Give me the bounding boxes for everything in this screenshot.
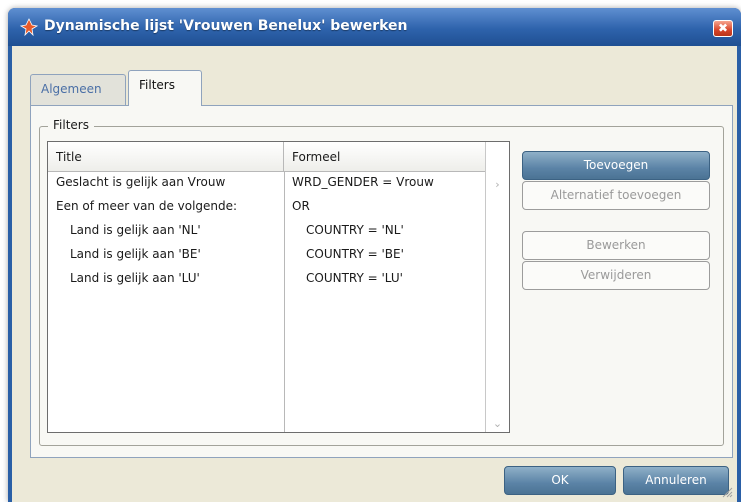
filters-groupbox: Filters Title Formeel Geslacht is gelijk… — [39, 118, 724, 446]
dialog-body: Algemeen Filters Filters Title Formeel G… — [12, 46, 737, 502]
row-title: Geslacht is gelijk aan Vrouw — [56, 175, 226, 189]
filters-table[interactable]: Title Formeel Geslacht is gelijk aan Vro… — [47, 141, 510, 433]
dialog-window: Dynamische lijst 'Vrouwen Benelux' bewer… — [8, 8, 741, 502]
row-title: Land is gelijk aan 'BE' — [70, 247, 201, 261]
edit-button[interactable]: Bewerken — [522, 231, 710, 260]
table-row[interactable]: Land is gelijk aan 'NL' COUNTRY = 'NL' — [48, 220, 486, 244]
row-formula: COUNTRY = 'NL' — [306, 223, 404, 237]
app-icon — [20, 18, 38, 36]
row-title: Een of meer van de volgende: — [56, 199, 238, 213]
chevron-up-icon[interactable]: › — [486, 178, 509, 191]
table-row[interactable]: Een of meer van de volgende: OR — [48, 196, 486, 220]
add-alternative-button[interactable]: Alternatief toevoegen — [522, 181, 710, 210]
column-header-formula[interactable]: Formeel — [284, 142, 486, 172]
table-row[interactable]: Land is gelijk aan 'LU' COUNTRY = 'LU' — [48, 268, 486, 292]
table-row[interactable]: Land is gelijk aan 'BE' COUNTRY = 'BE' — [48, 244, 486, 268]
resize-grip-icon[interactable] — [721, 486, 733, 498]
chevron-down-icon[interactable]: ⌄ — [486, 417, 509, 430]
table-row[interactable]: Geslacht is gelijk aan Vrouw WRD_GENDER … — [48, 172, 486, 196]
row-title: Land is gelijk aan 'NL' — [70, 223, 201, 237]
ok-button[interactable]: OK — [504, 466, 616, 495]
column-header-title[interactable]: Title — [48, 142, 284, 172]
cancel-button[interactable]: Annuleren — [623, 466, 729, 495]
close-icon: ✖ — [717, 21, 729, 35]
row-formula: WRD_GENDER = Vrouw — [292, 175, 434, 189]
title-bar[interactable]: Dynamische lijst 'Vrouwen Benelux' bewer… — [8, 8, 741, 46]
add-button[interactable]: Toevoegen — [522, 151, 710, 180]
tab-panel-filters: Filters Title Formeel Geslacht is gelijk… — [30, 105, 733, 458]
close-button[interactable]: ✖ — [713, 20, 733, 37]
delete-button[interactable]: Verwijderen — [522, 261, 710, 290]
row-formula: OR — [292, 199, 310, 213]
tab-algemeen[interactable]: Algemeen — [30, 74, 126, 105]
table-body: Geslacht is gelijk aan Vrouw WRD_GENDER … — [48, 172, 486, 292]
table-header: Title Formeel — [48, 142, 509, 172]
row-title: Land is gelijk aan 'LU' — [70, 271, 200, 285]
window-title: Dynamische lijst 'Vrouwen Benelux' bewer… — [44, 18, 408, 34]
row-formula: COUNTRY = 'BE' — [306, 247, 404, 261]
row-formula: COUNTRY = 'LU' — [306, 271, 403, 285]
vertical-scrollbar[interactable]: › ⌄ — [485, 142, 509, 432]
tab-filters[interactable]: Filters — [128, 70, 202, 106]
filters-group-label: Filters — [48, 118, 94, 132]
